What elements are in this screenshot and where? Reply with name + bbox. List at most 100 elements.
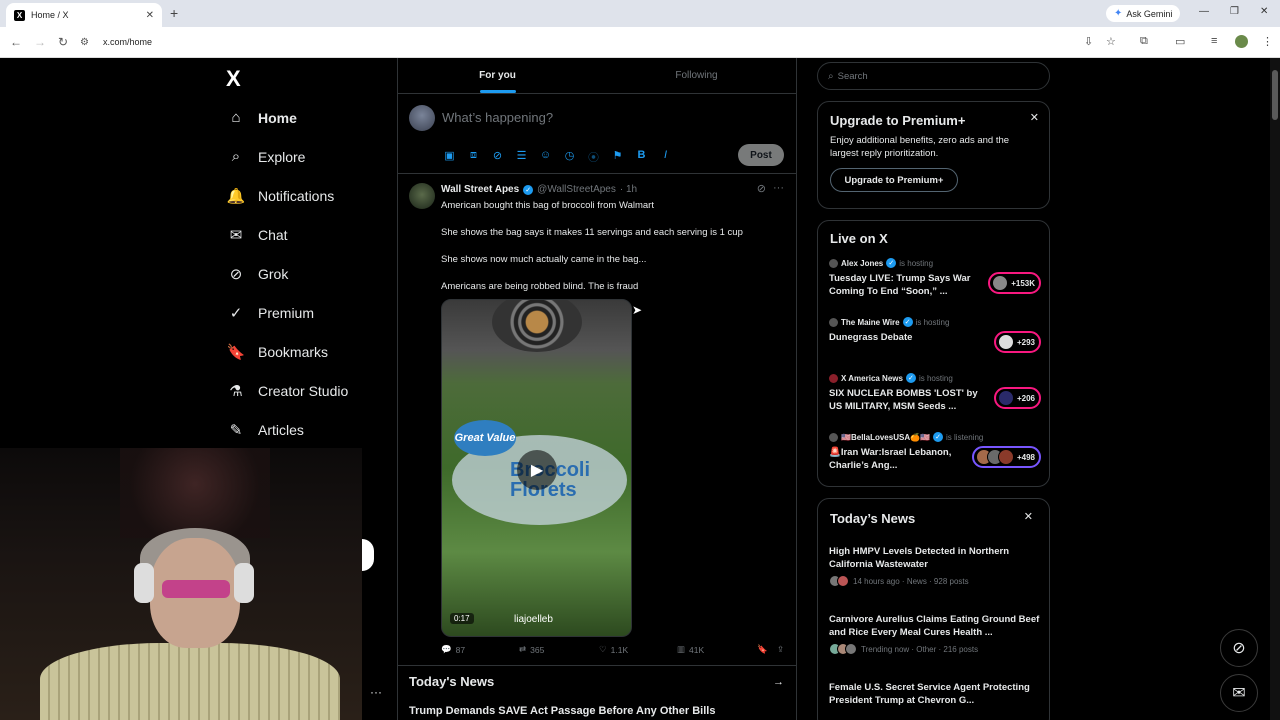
tweet-author-handle[interactable]: @WallStreetApes [537,184,616,195]
more-icon[interactable]: ··· [773,182,784,194]
browser-menu-icon[interactable]: ⋮ [1262,35,1273,48]
bold-icon[interactable]: B [634,149,649,165]
sidebar-item-notifications[interactable]: 🔔 Notifications [226,176,348,215]
sidebar-item-chat[interactable]: ✉ Chat [226,215,348,254]
close-icon[interactable]: ✕ [1024,510,1033,523]
reply-button[interactable]: 💬 87 [441,644,519,655]
emoji-icon[interactable]: ☺ [538,149,553,165]
premium-title: Upgrade to Premium+ [830,113,966,128]
close-icon[interactable]: ✕ [1030,111,1039,124]
side-panel-icon[interactable]: ▭ [1175,35,1185,48]
upgrade-button[interactable]: Upgrade to Premium+ [830,168,958,192]
news-item[interactable]: Carnivore Aurelius Claims Eating Ground … [829,613,1041,655]
reload-icon[interactable]: ↻ [58,35,68,49]
verified-badge-icon: ✓ [902,317,913,327]
post-button[interactable]: Post [738,144,784,166]
browser-tab[interactable]: X Home / X ✕ [6,3,162,27]
arrow-right-icon[interactable]: → [773,676,784,688]
live-host: X America News ✓ is hosting [829,373,1041,383]
tweet-author-name[interactable]: Wall Street Apes [441,184,519,195]
sidebar-item-bookmarks[interactable]: 🔖 Bookmarks [226,332,348,371]
news-item-meta-row: Trending now · Other · 216 posts [829,643,1041,655]
premium-upsell-card: ✕ Upgrade to Premium+ Enjoy additional b… [817,101,1050,209]
sidebar-item-label: Creator Studio [258,382,349,399]
news-item[interactable]: Female U.S. Secret Service Agent Protect… [829,681,1041,707]
install-app-icon[interactable]: ⇩ [1084,35,1093,48]
sidebar-item-creator-studio[interactable]: ⚗ Creator Studio [226,371,348,410]
share-button[interactable]: ⇪ [777,644,784,655]
more-icon[interactable]: ··· [370,685,382,699]
schedule-icon[interactable]: ◷ [562,149,577,165]
close-window-icon[interactable]: ✕ [1260,6,1268,17]
avatar [829,258,838,268]
location-icon[interactable]: ⦿ [586,149,601,165]
address-bar-row: ← → ↻ ⚙ x.com/home ⇩ ☆ ⧉ ▭ ≡ ⋮ [0,27,1280,58]
tweet-video[interactable]: Great Value Broccoli Florets ▶ 0:17 liaj… [441,299,632,637]
gif-icon[interactable]: ⧈ [466,149,481,165]
x-favicon-icon: X [14,9,25,21]
minimize-icon[interactable]: — [1199,6,1209,17]
avatar[interactable] [409,105,435,131]
close-tab-icon[interactable]: ✕ [146,10,154,21]
avatar [992,275,1009,291]
live-item[interactable]: Alex Jones ✓ is hosting Tuesday LIVE: Trum… [829,258,1041,298]
listener-count: +153K [1011,278,1035,288]
italic-icon[interactable]: I [658,149,673,165]
restore-icon[interactable]: ❐ [1230,6,1239,17]
image-icon[interactable]: ▣ [442,149,457,165]
live-item[interactable]: 🇺🇸BellaLovesUSA🍊🇺🇸 ✓ is listening 🚨Iran Wa… [829,432,1041,472]
sidebar-item-explore[interactable]: ⌕ Explore [226,137,348,176]
bookmark-star-icon[interactable]: ☆ [1106,35,1116,48]
avatar[interactable] [409,183,435,209]
profile-avatar[interactable] [1235,35,1248,48]
back-icon[interactable]: ← [10,35,22,49]
url-field[interactable]: ⚙ x.com/home [80,31,1080,53]
tab-for-you[interactable]: For you [398,58,597,93]
tweet[interactable]: Wall Street Apes ✓ @WallStreetApes · 1h … [398,174,796,666]
page-scrollbar[interactable] [1270,58,1280,720]
bell-icon: 🔔 [226,187,246,205]
forward-icon[interactable]: → [34,35,46,49]
media-controls-icon[interactable]: ≡ [1211,35,1217,47]
messages-fab-button[interactable]: ✉ [1220,674,1258,712]
sidebar-item-home[interactable]: ⌂ Home [226,98,348,137]
x-logo[interactable]: X [226,66,241,92]
news-item[interactable]: High HMPV Levels Detected in Northern Ca… [829,545,1041,587]
compose-input[interactable]: What’s happening? [442,110,553,125]
bookmark-button[interactable]: 🔖 [757,644,777,655]
sidebar-item-premium[interactable]: ✓ Premium [226,293,348,332]
ask-gemini-button[interactable]: ✦ Ask Gemini [1106,5,1181,22]
like-button[interactable]: ♡ 1.1K [599,644,677,655]
todays-news-section: Today's News → Trump Demands SAVE Act Pa… [398,666,796,720]
extensions-icon[interactable]: ⧉ [1140,35,1148,48]
live-item[interactable]: X America News ✓ is hosting SIX NUCLEAR BO… [829,373,1041,413]
tab-following[interactable]: Following [597,58,796,93]
news-item[interactable]: Trump Demands SAVE Act Passage Before An… [409,705,785,717]
grok-fab-button[interactable]: ⊘ [1220,629,1258,667]
sidebar-item-articles[interactable]: ✎ Articles [226,410,348,449]
search-input[interactable]: ⌕ Search [817,62,1050,90]
poll-icon[interactable]: ☰ [514,149,529,165]
grok-icon[interactable]: ⊘ [757,182,766,195]
verified-badge-icon: ✓ [905,373,916,383]
live-item[interactable]: The Maine Wire ✓ is hosting Dunegrass Deba… [829,317,1041,353]
live-host: Alex Jones ✓ is hosting [829,258,1041,268]
news-item-meta: Trending now · Other · 216 posts [861,644,979,654]
live-title: Live on X [830,231,888,246]
repost-button[interactable]: ⇄ 365 [519,644,599,655]
tweet-line: She shows the bag says it makes 11 servi… [441,227,743,238]
sidebar-item-label: Chat [258,226,288,243]
share-icon: ⇪ [777,644,785,654]
tweet-time[interactable]: · 1h [620,184,637,195]
sidebar-item-grok[interactable]: ⊘ Grok [226,254,348,293]
site-info-icon[interactable]: ⚙ [80,37,89,48]
play-icon[interactable]: ▶ [517,450,557,490]
scrollbar-thumb[interactable] [1272,70,1278,120]
search-icon: ⌕ [828,70,834,82]
grok-icon[interactable]: ⊘ [490,149,505,165]
views-button[interactable]: ▥ 41K [677,644,757,655]
mouse-cursor-icon: ➤ [632,303,643,317]
avatar [829,575,849,587]
new-tab-button[interactable]: + [170,5,178,21]
flag-icon[interactable]: ⚑ [610,149,625,165]
